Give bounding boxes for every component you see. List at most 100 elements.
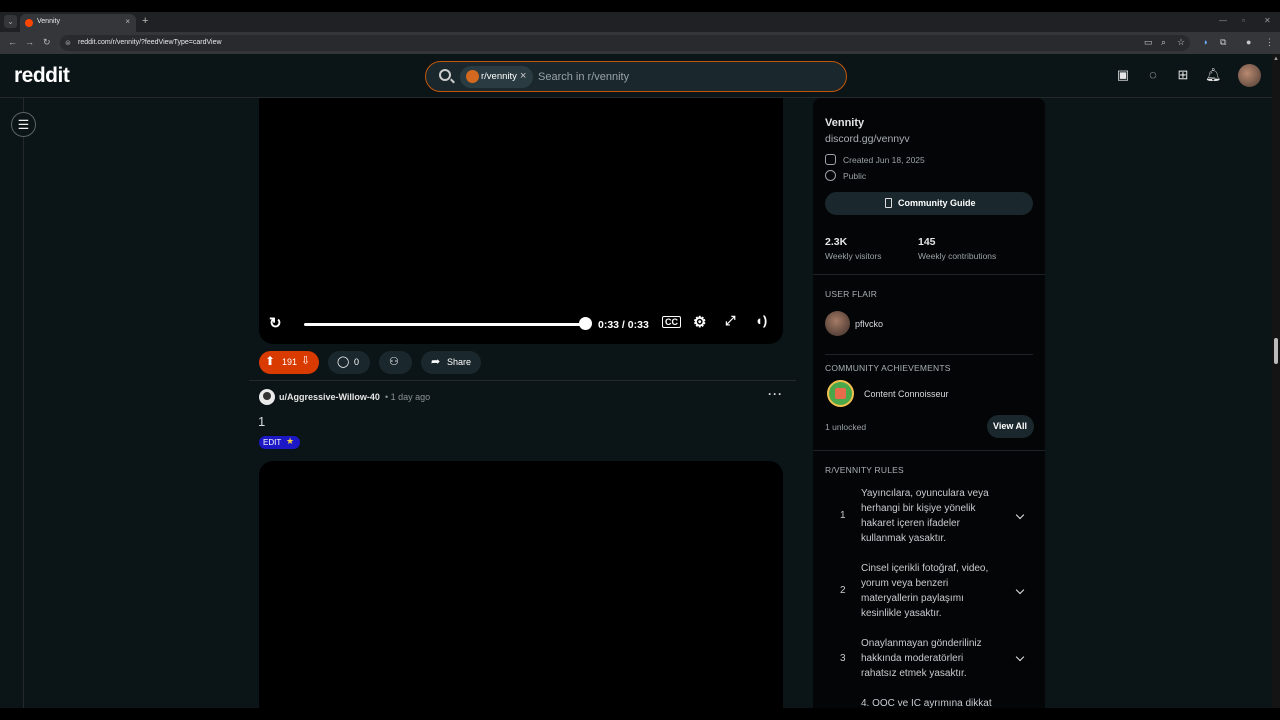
search-icon [439, 69, 451, 81]
created-date: Created Jun 18, 2025 [843, 155, 925, 165]
video-progress-bar[interactable] [304, 323, 586, 326]
reddit-header: reddit r/vennity × ▣ ◌ ⊞ 🔔︎ [0, 54, 1272, 98]
new-tab-icon[interactable]: + [142, 15, 148, 27]
share-button[interactable]: ➦ Share [421, 351, 481, 374]
notifications-bell-icon[interactable]: 🔔︎ [1205, 67, 1222, 83]
user-flair-heading: USER FLAIR [825, 289, 878, 299]
rule-text: Cinsel içerikli fotoğraf, video, yorum v… [861, 563, 989, 619]
chip-close-icon[interactable]: × [520, 70, 526, 82]
search-community-chip[interactable]: r/vennity × [460, 66, 533, 88]
chevron-down-icon[interactable] [1015, 512, 1025, 522]
community-sidebar: Vennity discord.gg/vennyv Created Jun 18… [813, 98, 1045, 708]
scrollbar-thumb[interactable] [1274, 338, 1278, 364]
post-title[interactable]: 1 [258, 414, 265, 429]
vote-count: 191 [282, 357, 298, 367]
chat-icon[interactable]: ◌ [1145, 67, 1161, 83]
rule-text: Onaylanmayan gönderiliniz hakkında moder… [861, 638, 982, 679]
replay-icon[interactable]: ↻ [269, 314, 282, 332]
guide-label: Community Guide [898, 198, 976, 208]
book-icon [885, 198, 892, 208]
post-divider [249, 380, 796, 381]
reload-icon[interactable]: ↻ [43, 37, 51, 48]
user-avatar[interactable] [1238, 64, 1261, 87]
weekly-visitors-value: 2.3K [825, 236, 848, 248]
tab-close-icon[interactable]: × [125, 17, 130, 26]
vote-control: ⬆ 191 ⇩ [259, 351, 319, 374]
tab-search-icon[interactable]: ⌄ [4, 15, 17, 28]
url-field[interactable]: ⊜ reddit.com/r/vennity/?feedViewType=car… [60, 35, 1190, 51]
video-progress-handle[interactable] [579, 317, 592, 330]
award-button[interactable]: ⚇ [379, 351, 412, 374]
captions-icon[interactable]: CC [662, 316, 681, 328]
achievements-heading: COMMUNITY ACHIEVEMENTS [825, 363, 951, 373]
community-avatar-icon [466, 70, 479, 83]
window-close-icon[interactable]: ✕ [1264, 16, 1271, 25]
weekly-visitors-label: Weekly visitors [825, 251, 882, 261]
globe-icon [825, 170, 836, 181]
reddit-favicon-icon [25, 19, 33, 27]
flair-label: EDIT [263, 438, 282, 447]
unlocked-count: 1 unlocked [825, 422, 867, 432]
minimize-icon[interactable]: — [1219, 16, 1227, 25]
sidebar-divider [813, 274, 1045, 275]
comment-count: 0 [354, 357, 360, 367]
chevron-down-icon[interactable] [1015, 654, 1025, 664]
star-icon: ★ [286, 436, 295, 446]
url-text: reddit.com/r/vennity/?feedViewType=cardV… [78, 39, 222, 46]
left-rail-divider [23, 98, 24, 708]
share-icon: ➦ [431, 356, 441, 368]
comments-button[interactable]: ◯ 0 [328, 351, 370, 374]
bookmark-star-icon[interactable]: ☆ [1177, 37, 1185, 48]
browser-tab-strip: ⌄ Vennity × + — ▫ ✕ [0, 12, 1280, 32]
taskbar [0, 708, 1280, 720]
award-icon: ⚇ [389, 356, 399, 368]
cast-icon[interactable]: ▭ [1144, 37, 1153, 48]
advertise-icon[interactable]: ▣ [1115, 67, 1131, 83]
share-label: Share [447, 357, 472, 367]
create-post-icon[interactable]: ⊞ [1175, 67, 1191, 83]
fullscreen-icon[interactable]: ⤢ [725, 313, 735, 329]
achievement-name: Content Connoisseur [864, 389, 949, 399]
rule-text: 4. OOC ve IC ayrımına dikkat [861, 698, 992, 708]
comment-icon: ◯ [337, 356, 350, 368]
profile-icon[interactable]: ● [1246, 37, 1251, 47]
page-content: ☰ ↻ 0:33 / 0:33 CC ⚙ ⤢ ◖) ⬆ 191 ⇩ ◯ 0 ⚇ … [0, 98, 1272, 708]
scroll-up-icon[interactable]: ▲ [1273, 56, 1279, 62]
view-all-label: View All [993, 421, 1028, 431]
video-player-2[interactable] [259, 461, 783, 708]
more-options-icon[interactable]: ··· [768, 387, 783, 401]
community-guide-button[interactable]: Community Guide [825, 192, 1033, 215]
search-bar[interactable]: r/vennity × [425, 61, 847, 92]
video-player[interactable]: ↻ 0:33 / 0:33 CC ⚙ ⤢ ◖) [259, 98, 783, 344]
volume-icon[interactable]: ◖) [755, 313, 767, 328]
site-info-icon[interactable]: ⊜ [65, 39, 71, 47]
view-all-button[interactable]: View All [987, 415, 1034, 438]
extensions-puzzle-icon[interactable]: ⧉ [1220, 37, 1226, 48]
rules-heading: R/VENNITY RULES [825, 465, 904, 475]
sidebar-divider [813, 450, 1045, 451]
browser-tab[interactable]: Vennity × [20, 14, 136, 32]
search-input[interactable] [538, 69, 828, 85]
rule-number: 2 [840, 585, 846, 596]
page-scrollbar[interactable]: ▲ [1272, 54, 1280, 708]
upvote-icon[interactable]: ⬆ [265, 354, 275, 368]
hamburger-menu-icon[interactable]: ☰ [11, 112, 36, 137]
flair-avatar [825, 311, 850, 336]
chevron-down-icon[interactable] [1015, 587, 1025, 597]
settings-gear-icon[interactable]: ⚙ [693, 313, 706, 331]
downvote-icon[interactable]: ⇩ [301, 354, 310, 367]
zoom-icon[interactable]: ⌕ [1161, 37, 1166, 48]
post-flair[interactable]: EDIT ★ [259, 436, 300, 449]
forward-icon[interactable]: → [25, 37, 34, 47]
post-author[interactable]: u/Aggressive-Willow-40 [279, 392, 380, 402]
extension-icon[interactable]: ◗ [1203, 37, 1208, 47]
address-bar-row: ← → ↻ ⊜ reddit.com/r/vennity/?feedViewTy… [0, 32, 1280, 54]
maximize-icon[interactable]: ▫ [1242, 16, 1245, 25]
back-icon[interactable]: ← [8, 37, 17, 47]
rule-number: 1 [840, 510, 846, 521]
tab-title: Vennity [37, 18, 60, 25]
browser-menu-icon[interactable]: ⋮ [1265, 37, 1274, 48]
reddit-logo[interactable]: reddit [14, 64, 70, 88]
poster-avatar[interactable] [259, 389, 275, 405]
flair-username[interactable]: pflvcko [855, 319, 883, 329]
